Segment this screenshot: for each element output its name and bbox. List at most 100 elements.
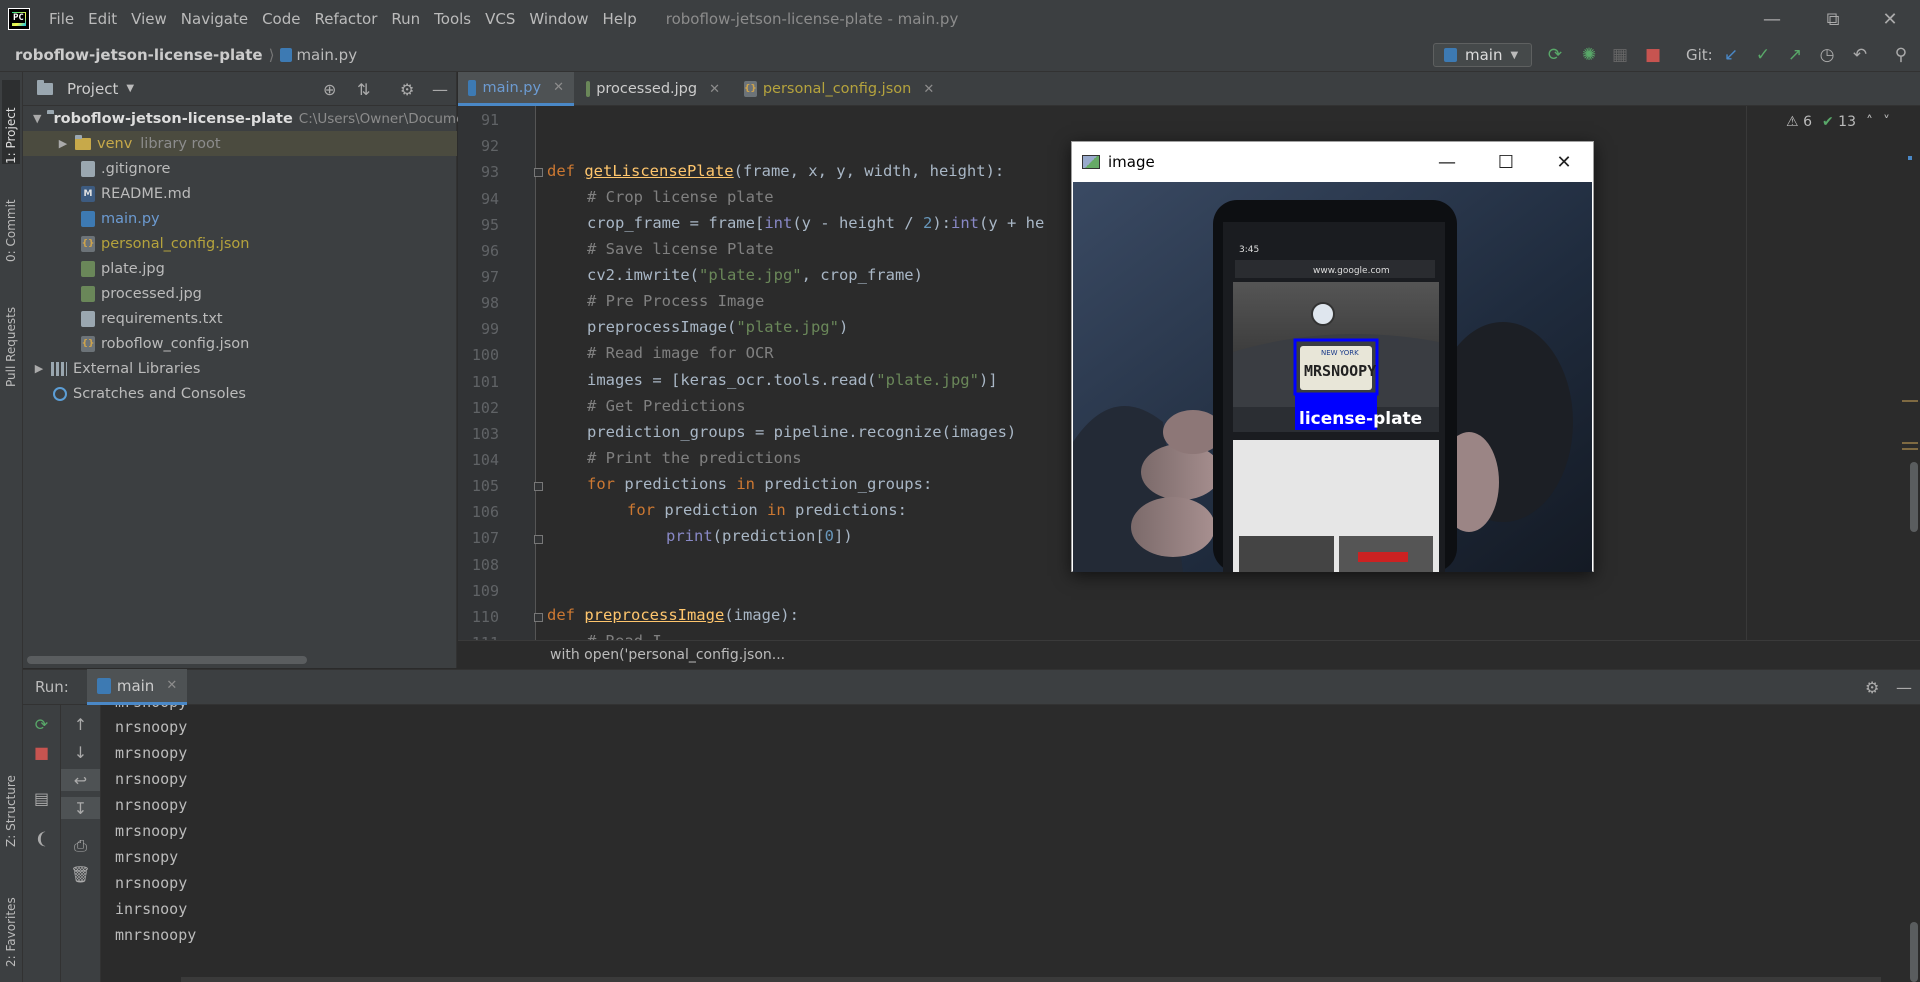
tree-file-readme[interactable]: M README.md xyxy=(81,181,191,206)
tool-tab-pull-requests[interactable]: Pull Requests xyxy=(2,287,20,387)
tool-tab-favorites[interactable]: 2: Favorites xyxy=(2,872,20,967)
menu-tools[interactable]: Tools xyxy=(427,10,478,28)
menu-refactor[interactable]: Refactor xyxy=(307,10,384,28)
menu-run[interactable]: Run xyxy=(384,10,427,28)
locate-file-icon[interactable]: ⊕ xyxy=(323,80,336,99)
hide-panel-icon[interactable]: — xyxy=(1896,678,1912,697)
rerun-icon[interactable]: ⟳ xyxy=(1546,45,1564,65)
editor-tab-personal-config[interactable]: {} personal_config.json ✕ xyxy=(734,72,934,106)
menu-view[interactable]: View xyxy=(124,10,174,28)
history-icon[interactable]: ◷ xyxy=(1818,45,1836,65)
project-panel-scrollbar[interactable] xyxy=(27,656,307,664)
pycharm-logo-icon[interactable] xyxy=(8,8,30,30)
search-icon[interactable]: ⚲ xyxy=(1892,45,1910,65)
arrow-up-icon[interactable]: ↑ xyxy=(61,713,100,735)
close-icon[interactable]: ✕ xyxy=(1862,0,1918,38)
stop-icon[interactable]: ■ xyxy=(23,741,60,763)
fold-marker-icon[interactable] xyxy=(534,482,543,491)
console-horizontal-scrollbar[interactable] xyxy=(181,977,1881,982)
arrow-down-icon[interactable]: ↓ xyxy=(61,741,100,763)
breadcrumb-file[interactable]: main.py xyxy=(280,46,357,64)
pin-icon[interactable]: ❨ xyxy=(23,827,60,849)
close-icon[interactable]: ✕ xyxy=(709,82,720,97)
trash-icon[interactable]: 🗑 xyxy=(61,863,100,885)
menu-help[interactable]: Help xyxy=(596,10,644,28)
menu-code[interactable]: Code xyxy=(255,10,307,28)
close-icon[interactable]: ✕ xyxy=(553,80,564,95)
tree-file-personal-config[interactable]: {} personal_config.json xyxy=(81,231,250,256)
tree-external-libraries[interactable]: ▶ External Libraries xyxy=(33,356,201,381)
tree-file-gitignore[interactable]: .gitignore xyxy=(81,156,170,181)
tool-tab-project[interactable]: 1: Project xyxy=(2,80,20,164)
image-window-titlebar[interactable]: image — ☐ ✕ xyxy=(1072,142,1593,182)
code-line-99: preprocessImage("plate.jpg") xyxy=(587,318,849,336)
tree-file-main-py[interactable]: main.py xyxy=(81,206,160,231)
menu-navigate[interactable]: Navigate xyxy=(174,10,255,28)
code-line-100: # Read image for OCR xyxy=(587,344,774,362)
gear-icon[interactable]: ⚙ xyxy=(400,80,414,99)
git-commit-icon[interactable]: ✓ xyxy=(1754,45,1772,65)
minimize-icon[interactable]: — xyxy=(1744,0,1800,38)
menu-file[interactable]: File xyxy=(42,10,81,28)
fold-marker-icon[interactable] xyxy=(534,613,543,622)
scroll-marker xyxy=(1902,442,1918,444)
stop-icon[interactable]: ■ xyxy=(1644,45,1662,65)
debug-icon[interactable]: ✺ xyxy=(1580,45,1598,65)
tree-file-requirements[interactable]: requirements.txt xyxy=(81,306,223,331)
menu-window[interactable]: Window xyxy=(522,10,595,28)
rerun-icon[interactable]: ⟳ xyxy=(23,713,60,735)
tree-file-plate-jpg[interactable]: plate.jpg xyxy=(81,256,165,281)
chevron-right-icon[interactable]: ▶ xyxy=(33,362,45,375)
soft-wrap-icon[interactable]: ↩ xyxy=(61,769,100,791)
close-icon[interactable]: ✕ xyxy=(166,678,177,693)
maximize-icon[interactable]: ☐ xyxy=(1477,142,1535,182)
editor-tab-processed-jpg[interactable]: processed.jpg ✕ xyxy=(576,72,730,106)
tool-tab-structure[interactable]: Z: Structure xyxy=(2,757,20,847)
fold-marker-icon[interactable] xyxy=(534,168,543,177)
scroll-to-end-icon[interactable]: ↧ xyxy=(61,797,100,819)
code-line-110: def preprocessImage(image): xyxy=(547,606,799,624)
tree-file-roboflow-config[interactable]: {} roboflow_config.json xyxy=(81,331,249,356)
breadcrumb-project[interactable]: roboflow-jetson-license-plate xyxy=(15,46,263,64)
git-update-icon[interactable]: ↙ xyxy=(1722,45,1740,65)
run-console[interactable]: mrsnoopy nrsnoopy mrsnoopy nrsnoopy nrsn… xyxy=(101,705,1920,982)
chevron-up-icon[interactable]: ˄ xyxy=(1866,114,1873,130)
minimize-icon[interactable]: — xyxy=(1418,142,1476,182)
image-window[interactable]: image — ☐ ✕ 3:45 www.google.com NEW YORK… xyxy=(1071,141,1594,572)
project-panel-title[interactable]: Project xyxy=(67,80,118,98)
tree-scratches[interactable]: Scratches and Consoles xyxy=(49,381,246,406)
project-panel: Project ▼ ⊕ ⇅ ⚙ — ▼ roboflow-jetson-lice… xyxy=(23,72,464,668)
git-label: Git: xyxy=(1686,46,1713,64)
print-icon[interactable]: ⎙ xyxy=(61,835,100,857)
collapse-all-icon[interactable]: ⇅ xyxy=(357,80,370,99)
close-icon[interactable]: ✕ xyxy=(1535,142,1593,182)
tree-file-label: processed.jpg xyxy=(101,285,202,302)
console-scrollbar[interactable] xyxy=(1910,922,1918,982)
hide-panel-icon[interactable]: — xyxy=(432,80,448,99)
editor-tab-main-py[interactable]: main.py ✕ xyxy=(458,72,574,106)
tree-root-name: roboflow-jetson-license-plate xyxy=(53,110,293,127)
tree-file-processed-jpg[interactable]: processed.jpg xyxy=(81,281,202,306)
run-tab-main[interactable]: main ✕ xyxy=(86,669,188,705)
editor-scrollbar[interactable] xyxy=(1910,462,1918,532)
layout-icon[interactable]: ▤ xyxy=(23,787,60,809)
chevron-down-icon[interactable]: ˅ xyxy=(1883,114,1890,130)
chevron-right-icon[interactable]: ▶ xyxy=(57,137,69,150)
tool-tab-commit[interactable]: 0: Commit xyxy=(2,182,20,262)
restore-icon[interactable]: ⧉ xyxy=(1805,0,1861,38)
rollback-icon[interactable]: ↶ xyxy=(1851,45,1869,65)
editor-breadcrumb-hint[interactable]: with open('personal_config.json... xyxy=(458,640,1920,668)
chevron-down-icon[interactable]: ▼ xyxy=(33,112,41,125)
inspection-widget[interactable]: ⚠ 6 ✔ 13 ˄ ˅ xyxy=(1786,114,1890,130)
fold-marker-icon[interactable] xyxy=(534,535,543,544)
chevron-down-icon[interactable]: ▼ xyxy=(126,83,134,94)
git-push-icon[interactable]: ↗ xyxy=(1786,45,1804,65)
menu-vcs[interactable]: VCS xyxy=(478,10,522,28)
close-icon[interactable]: ✕ xyxy=(923,82,934,97)
coverage-icon[interactable]: ▦ xyxy=(1611,45,1629,65)
tree-venv-folder[interactable]: ▶ venv library root xyxy=(23,131,457,156)
gear-icon[interactable]: ⚙ xyxy=(1865,678,1879,697)
menu-edit[interactable]: Edit xyxy=(81,10,124,28)
tree-root-folder[interactable]: ▼ roboflow-jetson-license-plate C:\Users… xyxy=(33,106,464,131)
run-configuration-selector[interactable]: main ▼ xyxy=(1433,43,1532,67)
